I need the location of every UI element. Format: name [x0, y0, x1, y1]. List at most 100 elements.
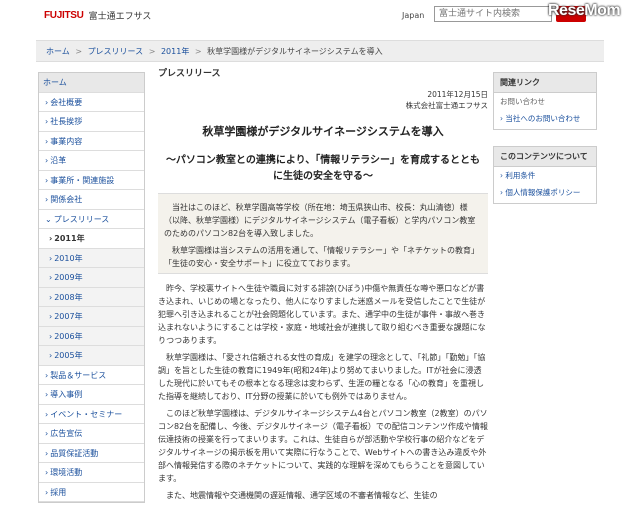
nav-label: 沿革 — [50, 156, 67, 165]
search-input[interactable] — [434, 6, 552, 22]
nav-label: 品質保証活動 — [50, 448, 99, 458]
nav-label: ホーム — [43, 78, 67, 87]
chevron-right-icon: › — [45, 136, 49, 146]
nav-label: 2009年 — [54, 273, 83, 282]
nav-label: 事業内容 — [50, 136, 83, 146]
nav-recruit[interactable]: › 採用 — [39, 483, 144, 502]
chevron-right-icon: › — [49, 234, 53, 243]
nav-label: 2007年 — [54, 312, 83, 321]
nav-label: 会社概要 — [50, 97, 83, 107]
chevron-right-icon: › — [49, 331, 53, 341]
chevron-right-icon: › — [45, 448, 49, 458]
chevron-right-icon: › — [45, 195, 49, 204]
intro-paragraph: 秋草学園様は当システムの活用を通して、「情報リテラシー」や「ネチケットの教育」「… — [164, 246, 479, 268]
intro-paragraph: 当社はこのほど、秋草学園高等学校（所在地：埼玉県狭山市、校長：丸山清徳）様（以降… — [164, 203, 476, 238]
related-note: お問い合わせ — [500, 97, 545, 106]
nav-events-seminars[interactable]: › イベント・セミナー — [39, 405, 144, 424]
country-label[interactable]: Japan — [402, 11, 424, 20]
chevron-right-icon: › — [45, 468, 49, 477]
nav-label: 採用 — [50, 487, 67, 497]
chevron-right-icon: › — [45, 409, 49, 419]
nav-label: 2010年 — [54, 253, 83, 263]
chevron-right-icon: › — [49, 292, 53, 302]
nav-year-2007[interactable]: › 2007年 — [39, 307, 144, 327]
brand-wordmark: FUJITSU — [44, 9, 84, 21]
body-paragraph: 秋草学園様は、「愛され信頼される女性の育成」を建学の理念として、「礼節」「勤勉」… — [158, 353, 486, 401]
body-paragraph: このほど秋草学園様は、デジタルサイネージシステム4台とパソコン教室（2教室）のパ… — [158, 409, 488, 483]
nav-label: 2006年 — [54, 331, 83, 341]
page-subtitle: ～パソコン教室との連携により、「情報リテラシー」を育成するとともに生徒の安全を守… — [165, 155, 481, 182]
related-links-box: 関連リンク お問い合わせ › 当社へのお問い合わせ — [493, 72, 597, 130]
chevron-right-icon: › — [49, 351, 53, 360]
about-content-box: このコンテンツについて › 利用条件 › 個人情報保護ポリシー — [493, 146, 597, 204]
terms-link[interactable]: › 利用条件 — [494, 167, 596, 184]
nav-advertising[interactable]: › 広告宣伝 — [39, 424, 144, 444]
nav-environment[interactable]: › 環境活動 — [39, 463, 144, 483]
chevron-right-icon: › — [45, 390, 49, 399]
chevron-right-icon: › — [45, 487, 49, 497]
nav-year-2011[interactable]: › 2011年 — [39, 229, 144, 249]
nav-affiliates[interactable]: › 関係会社 — [39, 190, 144, 210]
breadcrumb-separator: > — [194, 47, 202, 56]
chevron-right-icon: › — [49, 273, 53, 282]
nav-products-services[interactable]: › 製品＆サービス — [39, 366, 144, 385]
related-links-title: 関連リンク — [494, 73, 596, 93]
nav-business[interactable]: › 事業内容 — [39, 132, 144, 151]
chevron-down-icon: ⌄ — [45, 214, 52, 224]
nav-label: プレスリリース — [53, 214, 110, 224]
nav-label: 広告宣伝 — [50, 429, 83, 438]
nav-history[interactable]: › 沿革 — [39, 151, 144, 171]
chevron-right-icon: › — [45, 97, 49, 107]
body-paragraph: 昨今、学校裏サイトへ生徒や職員に対する誹謗(ひぼう)中傷や無責任な噂や悪口などが… — [158, 284, 486, 345]
nav-quality[interactable]: › 品質保証活動 — [39, 444, 144, 463]
privacy-link[interactable]: › 個人情報保護ポリシー — [494, 184, 596, 201]
body-paragraph: また、地震情報や交通機関の遅延情報、通学区域の不審者情報など、生徒の — [166, 491, 438, 500]
chevron-right-icon: › — [45, 429, 49, 438]
nav-label: 関係会社 — [50, 195, 83, 204]
link-label: 利用条件 — [505, 171, 536, 180]
chevron-right-icon: › — [49, 312, 53, 321]
nav-year-2005[interactable]: › 2005年 — [39, 346, 144, 366]
chevron-right-icon: › — [45, 156, 49, 165]
nav-year-2009[interactable]: › 2009年 — [39, 268, 144, 288]
nav-label: 導入事例 — [50, 390, 83, 399]
page-title: 秋草学園様がデジタルサイネージシステムを導入 — [202, 125, 444, 138]
link-label: 当社へのお問い合わせ — [505, 114, 581, 123]
contact-link[interactable]: › 当社へのお問い合わせ — [494, 110, 596, 127]
breadcrumb-year[interactable]: 2011年 — [161, 47, 189, 56]
breadcrumb: ホーム > プレスリリース > 2011年 > 秋草学園様がデジタルサイネージシ… — [36, 40, 604, 62]
nav-label: 社長挨拶 — [50, 117, 83, 126]
breadcrumb-home[interactable]: ホーム — [46, 47, 70, 56]
release-organization: 株式会社富士通エフサス — [405, 101, 488, 110]
chevron-right-icon: › — [45, 370, 49, 380]
fujitsu-logo[interactable]: FUJITSU 富士通エフサス — [44, 9, 152, 22]
nav-year-2008[interactable]: › 2008年 — [39, 287, 144, 307]
intro-box: 当社はこのほど、秋草学園高等学校（所在地：埼玉県狭山市、校長：丸山清徳）様（以降… — [158, 193, 488, 274]
nav-offices[interactable]: › 事業所・関連施設 — [39, 171, 144, 190]
nav-press-release[interactable]: ⌄ プレスリリース — [39, 210, 144, 229]
nav-year-2006[interactable]: › 2006年 — [39, 326, 144, 346]
section-label: プレスリリース — [158, 69, 221, 79]
chevron-right-icon: › — [45, 117, 49, 126]
main-content: プレスリリース 2011年12月15日 株式会社富士通エフサス 秋草学園様がデジ… — [158, 66, 488, 502]
breadcrumb-current: 秋草学園様がデジタルサイネージシステムを導入 — [207, 47, 383, 56]
breadcrumb-separator: > — [148, 47, 156, 56]
breadcrumb-press[interactable]: プレスリリース — [88, 47, 144, 56]
nav-president-message[interactable]: › 社長挨拶 — [39, 112, 144, 132]
nav-company-overview[interactable]: › 会社概要 — [39, 93, 144, 112]
site-header: FUJITSU 富士通エフサス Japan ReseMom — [0, 0, 640, 32]
nav-home[interactable]: ホーム — [39, 73, 144, 93]
release-date: 2011年12月15日 — [427, 90, 488, 99]
nav-case-studies[interactable]: › 導入事例 — [39, 385, 144, 405]
nav-label: 製品＆サービス — [50, 370, 107, 380]
chevron-right-icon: › — [45, 175, 49, 185]
nav-label: 事業所・関連施設 — [50, 175, 115, 185]
resemom-watermark: ReseMom — [548, 2, 621, 19]
company-name: 富士通エフサス — [88, 11, 152, 22]
breadcrumb-separator: > — [75, 47, 83, 56]
left-navigation: ホーム › 会社概要 › 社長挨拶 › 事業内容 › 沿革 › 事業所・関連施設 › 関係会… — [38, 72, 145, 503]
nav-label: 2008年 — [54, 292, 83, 302]
chevron-right-icon: › — [49, 253, 53, 263]
nav-year-2010[interactable]: › 2010年 — [39, 248, 144, 268]
nav-label: 環境活動 — [50, 468, 83, 477]
